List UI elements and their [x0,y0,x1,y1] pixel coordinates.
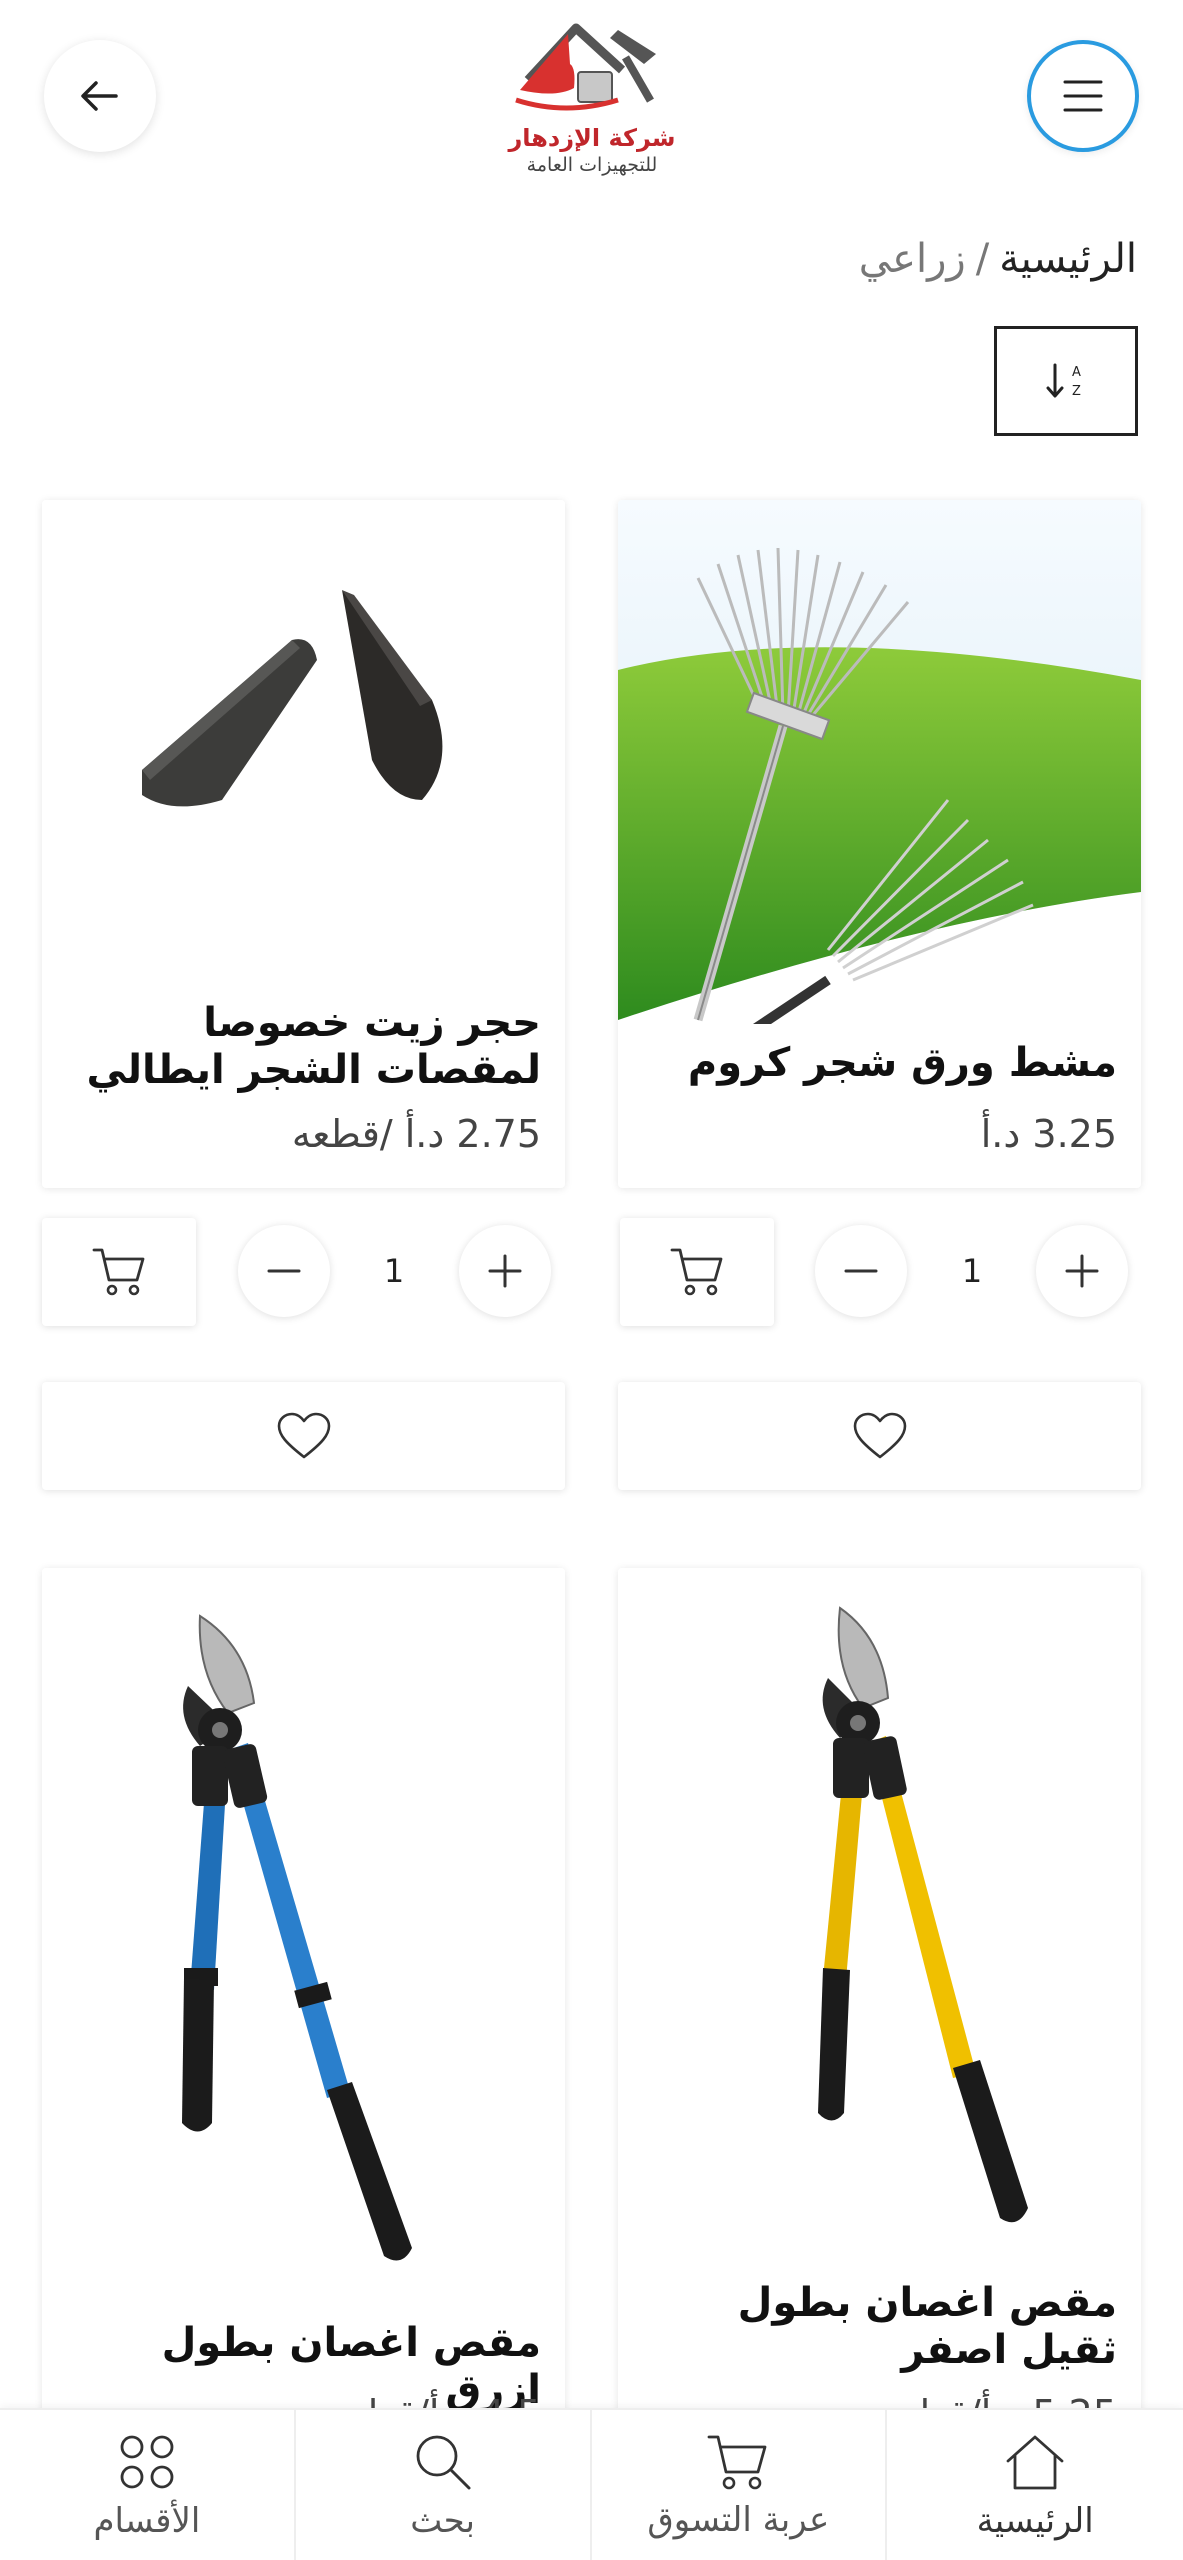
cart-icon [92,1248,145,1296]
product-price: 2.75 د.أ /قطعه [291,1112,541,1156]
app-header: شركة الإزدهار للتجهيزات العامة [0,0,1183,210]
product-price: 3.25 د.أ [980,1112,1117,1156]
logo-mark-icon [515,23,656,111]
increase-quantity-button[interactable] [1036,1225,1128,1317]
quantity-value[interactable]: 1 [942,1252,1002,1290]
heart-icon [853,1412,906,1459]
breadcrumb-separator: / [975,236,990,282]
nav-search[interactable]: بحث [296,2410,592,2560]
product-card[interactable]: مقص اغصان بطول ازرق 4.5 د.أ/قطعه [42,1568,565,2468]
wishlist-button[interactable] [42,1382,565,1490]
breadcrumb-home[interactable]: الرئيسية [999,236,1137,282]
product-image-stone [42,500,565,940]
svg-text:Z: Z [1072,384,1081,399]
product-card[interactable]: مشط ورق شجر كروم 3.25 د.أ [618,500,1141,1188]
product-card[interactable]: حجر زيت خصوصا لمقصات الشجر ايطالي 2.75 د… [42,500,565,1188]
product-name[interactable]: حجر زيت خصوصا لمقصات الشجر ايطالي [62,1000,541,1094]
nav-categories-label: الأقسام [93,2501,201,2541]
product-image-blue-loppers [42,1568,565,2268]
back-button[interactable] [44,40,156,152]
company-logo[interactable]: شركة الإزدهار للتجهيزات العامة [506,20,678,180]
minus-icon [844,1269,878,1273]
sort-alpha-icon: A Z [1046,363,1081,399]
product-name[interactable]: مشط ورق شجر كروم [638,1040,1117,1087]
nav-cart[interactable]: عربة التسوق [592,2410,888,2560]
plus-icon [488,1254,522,1288]
breadcrumb-current: زراعي [858,236,966,282]
add-to-cart-button[interactable] [42,1218,196,1326]
breadcrumb: الرئيسية/زراعي [859,236,1137,282]
bottom-navigation: الرئيسية عربة التسوق بحث الأقسام [0,2408,1183,2560]
categories-icon [120,2435,174,2489]
quantity-value[interactable]: 1 [364,1252,424,1290]
increase-quantity-button[interactable] [459,1225,551,1317]
heart-icon [277,1412,330,1459]
decrease-quantity-button[interactable] [238,1225,330,1317]
hamburger-icon [1063,80,1103,112]
product-card[interactable]: مقص اغصان بطول ثقيل اصفر 5.25 د.أ/قطعه [618,1568,1141,2468]
sort-button[interactable]: A Z [994,326,1138,436]
search-icon [416,2435,471,2490]
svg-text:A: A [1072,365,1081,380]
menu-button[interactable] [1027,40,1139,152]
nav-cart-label: عربة التسوق [647,2500,830,2540]
logo-title: شركة الإزدهار [508,124,676,152]
product-image-rake [618,500,1141,1024]
nav-categories[interactable]: الأقسام [0,2410,296,2560]
product-image-yellow-loppers [618,1568,1141,2258]
logo-subtitle: للتجهيزات العامة [526,154,658,176]
nav-home-label: الرئيسية [976,2501,1094,2541]
decrease-quantity-button[interactable] [815,1225,907,1317]
home-icon [1006,2435,1064,2490]
plus-icon [1065,1254,1099,1288]
nav-home[interactable]: الرئيسية [887,2410,1183,2560]
cart-icon [707,2435,767,2490]
nav-search-label: بحث [410,2501,476,2541]
wishlist-button[interactable] [618,1382,1141,1490]
minus-icon [267,1269,301,1273]
cart-icon [670,1248,723,1296]
add-to-cart-button[interactable] [620,1218,774,1326]
arrow-left-icon [81,81,118,111]
product-name[interactable]: مقص اغصان بطول ثقيل اصفر [638,2280,1117,2374]
